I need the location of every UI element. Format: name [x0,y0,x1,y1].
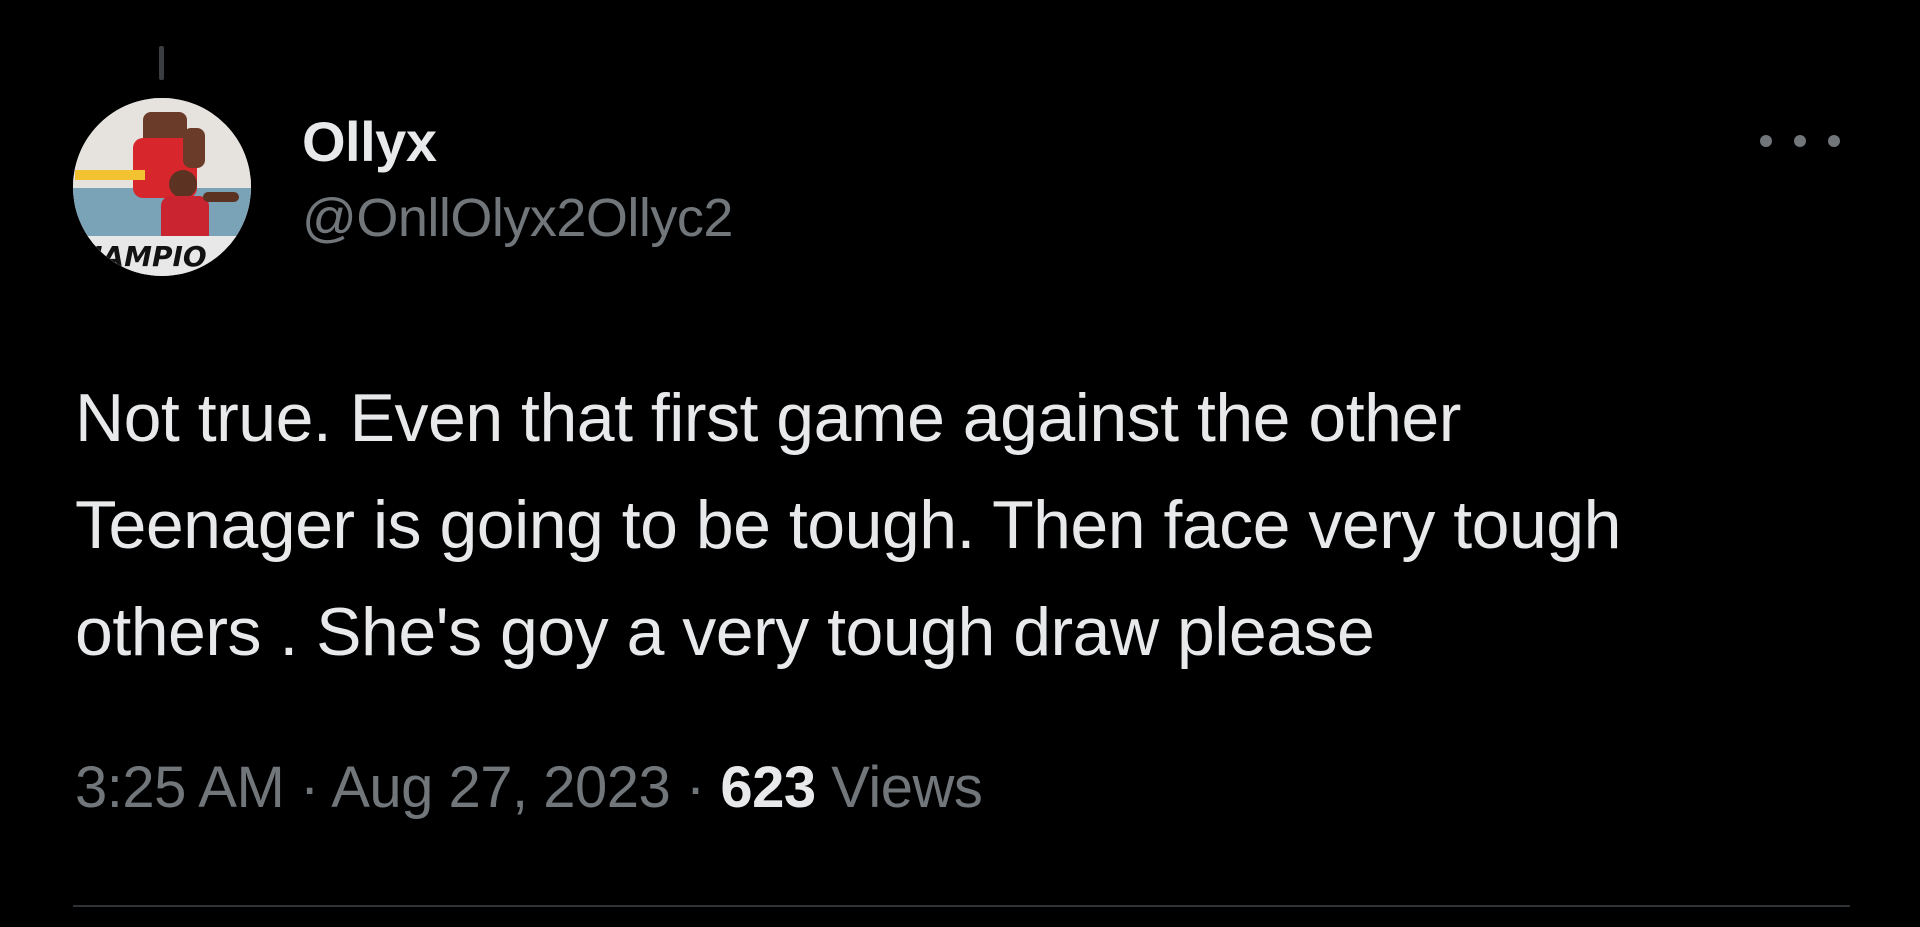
avatar-banner-text: HAMPIO [79,240,207,273]
meta-separator: · [299,755,319,820]
display-name[interactable]: Ollyx [302,108,733,176]
more-options-button[interactable] [1760,126,1840,156]
views-count[interactable]: 623 [720,755,816,820]
author-info: Ollyx @OnllOlyx2Ollyc2 [302,108,733,254]
divider [73,905,1850,907]
meta-separator: · [685,755,705,820]
more-horizontal-icon-dot-3 [1828,135,1840,147]
avatar[interactable]: HAMPIO [73,98,251,276]
thread-line [159,46,164,80]
tweet-time[interactable]: 3:25 AM [75,755,285,820]
more-horizontal-icon [1760,135,1772,147]
more-horizontal-icon-dot-2 [1794,135,1806,147]
tweet-card: HAMPIO Ollyx @OnllOlyx2Ollyc2 Not true. … [0,0,1920,927]
avatar-image: HAMPIO [73,98,251,276]
handle[interactable]: @OnllOlyx2Ollyc2 [302,182,733,254]
tweet-text: Not true. Even that first game against t… [75,380,1621,670]
tweet-meta: 3:25 AM · Aug 27, 2023 · 623 Views [75,752,983,824]
tweet-date[interactable]: Aug 27, 2023 [331,755,671,820]
views-label: Views [831,755,983,820]
